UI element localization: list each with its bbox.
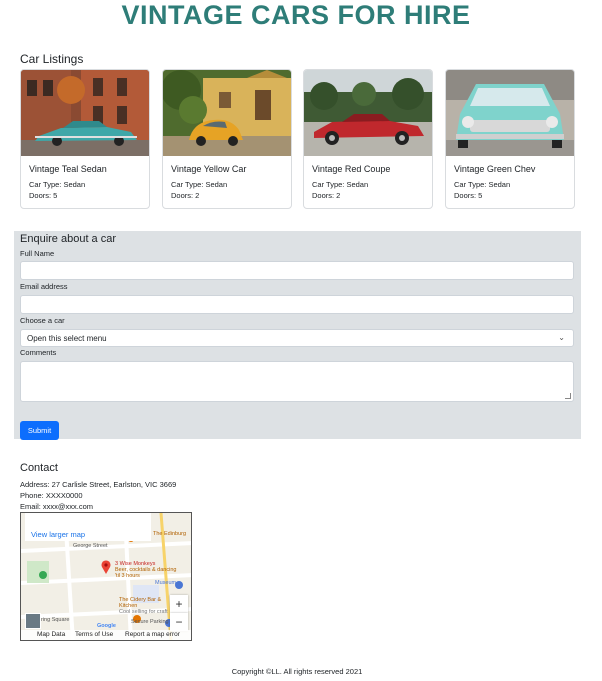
chevron-down-icon: ⌄ — [558, 333, 565, 342]
listings-heading: Car Listings — [20, 52, 84, 66]
car-select[interactable]: Open this select menu ⌄ — [20, 329, 574, 347]
map-museum-label: Museum — [155, 580, 177, 586]
submit-button[interactable]: Submit — [20, 421, 59, 440]
car-title: Vintage Teal Sedan — [29, 164, 107, 174]
car-card[interactable]: Vintage Red Coupe Car Type: Sedan Doors:… — [303, 69, 433, 209]
comments-textarea[interactable] — [20, 361, 574, 402]
car-title: Vintage Green Chev — [454, 164, 536, 174]
email-label: Email address — [20, 282, 68, 291]
map-pin-label: 3 Wise Monkeys Beer, cocktails & dancing… — [115, 561, 177, 579]
car-photo-yellow-car — [163, 70, 291, 156]
map-data-label: Map Data — [37, 631, 66, 638]
car-card[interactable]: Vintage Teal Sedan Car Type: Sedan Doors… — [20, 69, 150, 209]
full-name-input[interactable] — [20, 261, 574, 280]
car-doors: Doors: 5 — [29, 191, 58, 200]
car-title: Vintage Yellow Car — [171, 164, 247, 174]
car-title: Vintage Red Coupe — [312, 164, 391, 174]
zoom-in-button[interactable]: + — [170, 595, 188, 613]
view-larger-map-link[interactable]: View larger map — [25, 513, 151, 541]
map-parking-label: ring Square — [41, 617, 70, 623]
terms-link[interactable]: Terms of Use — [75, 631, 113, 638]
street-view-thumbnail[interactable] — [25, 613, 41, 629]
car-doors: Doors: 5 — [454, 191, 483, 200]
car-doors: Doors: 2 — [312, 191, 341, 200]
page-footer: Copyright ©LL. All rights reserved 2021 — [231, 667, 363, 676]
car-type: Car Type: Sedan — [454, 180, 511, 189]
embedded-map[interactable]: View larger map The Edinburg George Stre… — [20, 512, 192, 641]
enquiry-form: Enquire about a car Full Name Email addr… — [14, 231, 581, 440]
map-footer: Map Data Terms of Use Report a map error — [21, 630, 191, 640]
full-name-label: Full Name — [20, 249, 55, 258]
map-pin-icon[interactable] — [101, 560, 111, 574]
contact-phone: Phone: XXXX0000 — [20, 491, 83, 500]
map-street-label: George Street — [73, 543, 108, 549]
car-doors: Doors: 2 — [171, 191, 200, 200]
zoom-out-button[interactable]: − — [170, 613, 188, 631]
google-logo: Google — [97, 623, 116, 629]
email-input[interactable] — [20, 295, 574, 314]
map-parking-label: Secure Parking — [131, 619, 169, 625]
car-card[interactable]: Vintage Yellow Car Car Type: Sedan Doors… — [162, 69, 292, 209]
comments-label: Comments — [20, 348, 57, 357]
site-title: VINTAGE CARS FOR HIRE — [121, 0, 471, 30]
car-card[interactable]: Vintage Green Chev Car Type: Sedan Doors… — [445, 69, 575, 209]
car-select-value: Open this select menu — [27, 334, 107, 343]
report-error-link[interactable]: Report a map error — [125, 631, 180, 638]
car-listings: Vintage Teal Sedan Car Type: Sedan Doors… — [20, 69, 575, 209]
resize-handle-icon[interactable] — [565, 393, 571, 399]
car-photo-red-coupe — [304, 70, 432, 156]
car-type: Car Type: Sedan — [312, 180, 369, 189]
car-type: Car Type: Sedan — [29, 180, 86, 189]
contact-heading: Contact — [20, 462, 58, 474]
map-place-label: The Edinburg — [153, 531, 187, 537]
car-select-label: Choose a car — [20, 316, 65, 325]
car-photo-green-chev — [446, 70, 574, 156]
contact-address: Address: 27 Carlisle Street, Earlston, V… — [20, 480, 177, 489]
car-type: Car Type: Sedan — [171, 180, 228, 189]
car-photo-teal-sedan — [21, 70, 149, 156]
contact-email: Email: xxxx@xxx.com — [20, 502, 94, 511]
enquiry-heading: Enquire about a car — [20, 233, 117, 245]
map-place-label: The Cidery Bar & Kitchen Cool selling fo… — [119, 597, 168, 615]
